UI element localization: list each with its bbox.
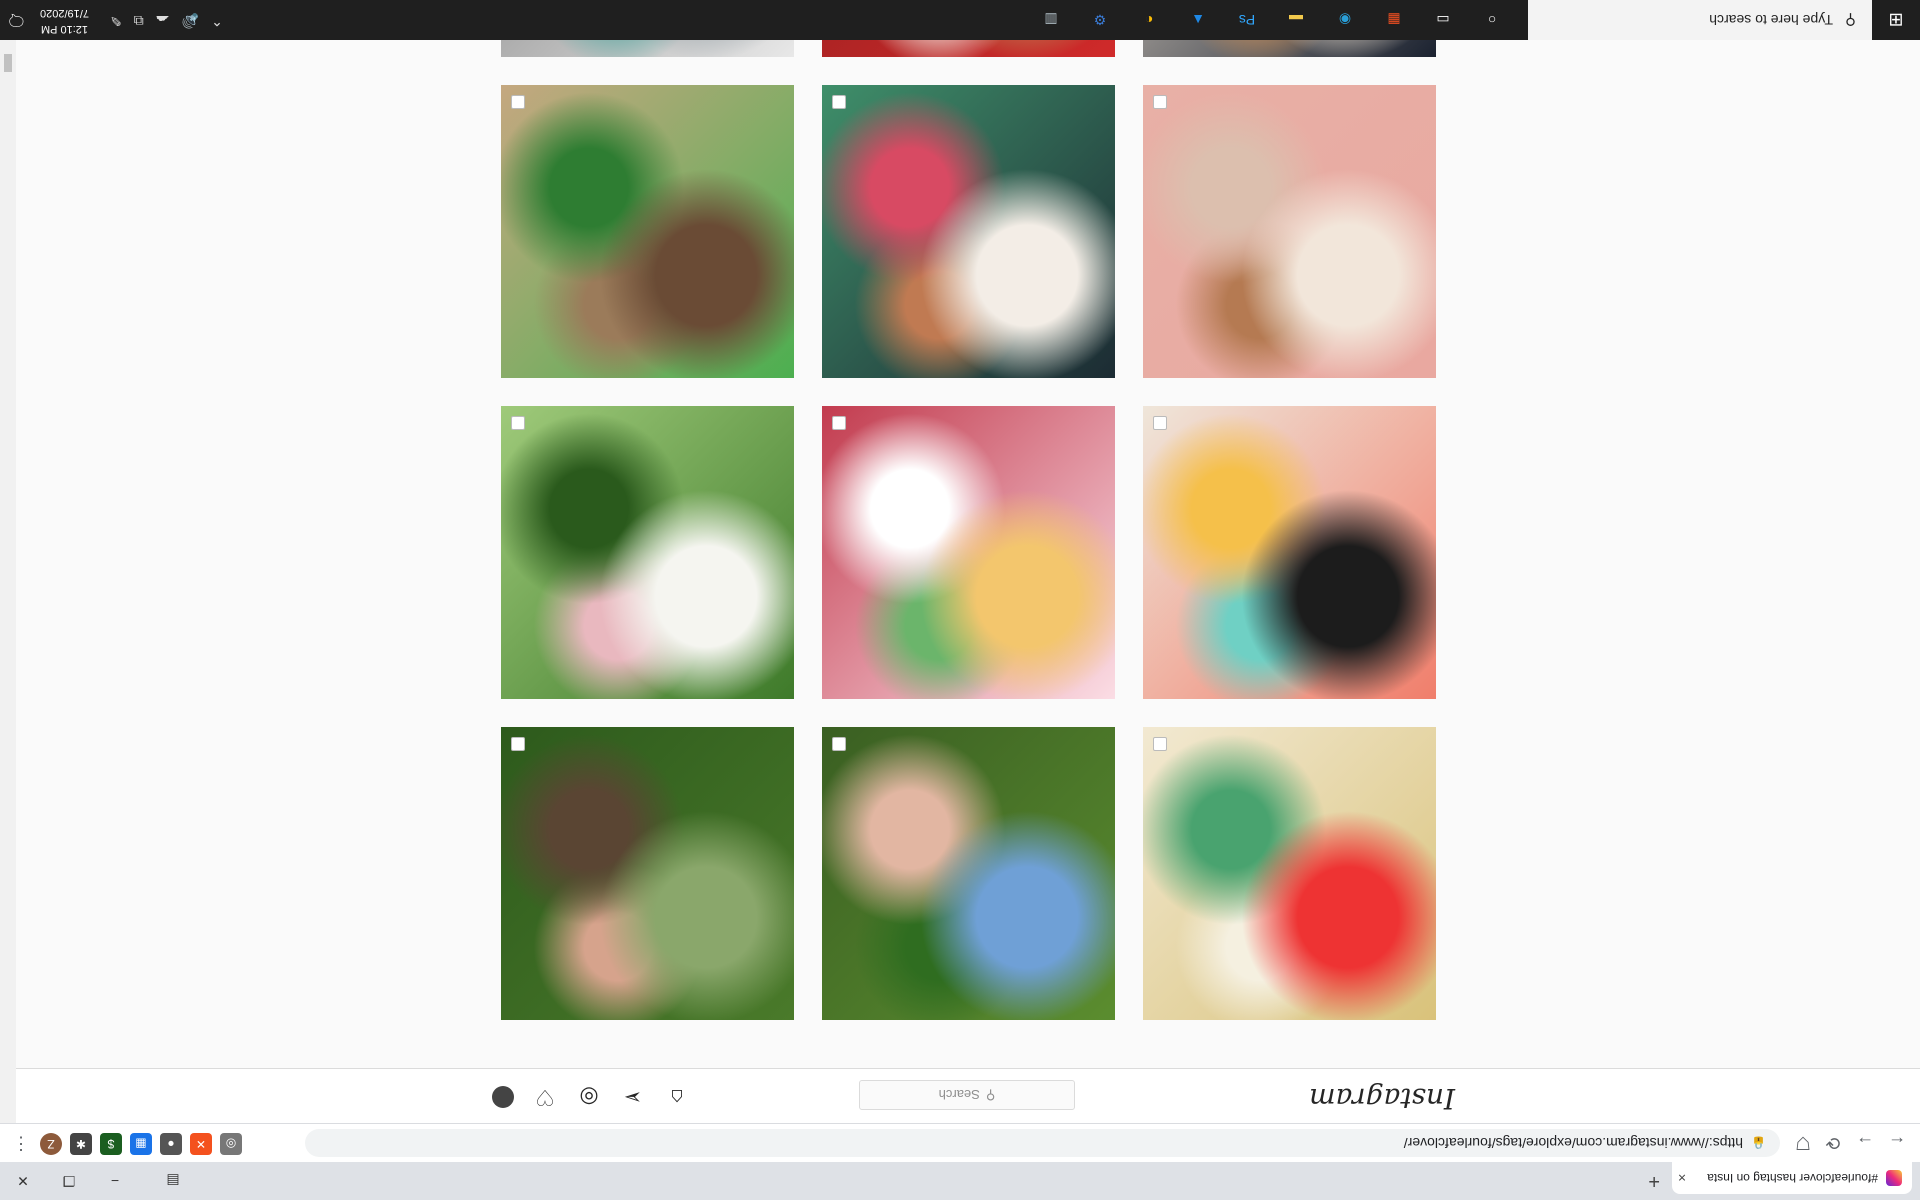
select-checkbox[interactable] — [832, 416, 846, 430]
browser-tabbar: #fourleafclover hashtag on Insta × + ▤ −… — [0, 1162, 1920, 1200]
reload-icon[interactable]: ⟳ — [1820, 1130, 1846, 1156]
search-icon: ⚲ — [985, 1088, 996, 1103]
instagram-favicon-icon — [1886, 1170, 1902, 1186]
post-thumbnail[interactable] — [501, 40, 794, 57]
post-thumbnail[interactable] — [822, 406, 1115, 699]
edge-icon[interactable]: ◉ — [1325, 4, 1365, 36]
system-tray: ⌃ 🔊 ☁ ⧉ ✎ — [110, 12, 223, 29]
windows-taskbar: ⊞ ⚲ Type here to search ○ ▭ ▦ ◉ ▬ Ps ▲ ◐ ⚙ ▥ ⌃ 🔊 ☁ ⧉… — [0, 0, 1920, 40]
search-icon: ⚲ — [1845, 11, 1856, 28]
lock-icon: 🔒 — [1751, 1136, 1766, 1150]
scrollbar-thumb[interactable] — [4, 54, 12, 72]
menu-icon[interactable]: ⋮ — [12, 1133, 30, 1154]
browser-tab[interactable]: #fourleafclover hashtag on Insta × — [1672, 1162, 1912, 1194]
browser-toolbar: ← → ⟳ ⛉ 🔒 https://www.instagram.com/expl… — [0, 1123, 1920, 1162]
profile-avatar[interactable] — [492, 1086, 514, 1108]
extension-icon[interactable]: ● — [160, 1133, 182, 1155]
search-input[interactable]: ⚲ Search — [859, 1080, 1075, 1110]
explore-icon[interactable]: ◎ — [576, 1084, 602, 1110]
post-thumbnail[interactable] — [822, 85, 1115, 378]
start-button[interactable]: ⊞ — [1872, 0, 1920, 40]
select-checkbox[interactable] — [511, 95, 525, 109]
microsoft-store-icon[interactable]: ▦ — [1374, 4, 1414, 36]
chrome-icon[interactable]: ◐ — [1129, 4, 1169, 36]
show-hidden-icons-icon[interactable]: ⌃ — [211, 12, 223, 29]
clock-date: 7/19/2020 — [40, 7, 89, 19]
select-checkbox[interactable] — [1153, 416, 1167, 430]
task-view-icon[interactable]: ▭ — [1423, 4, 1463, 36]
direct-icon[interactable]: ➢ — [620, 1084, 646, 1110]
back-icon[interactable]: ← — [1884, 1130, 1910, 1156]
photos-icon[interactable]: ▲ — [1178, 4, 1218, 36]
extension-icon[interactable]: $ — [100, 1133, 122, 1155]
close-button[interactable]: ✕ — [0, 1162, 46, 1200]
taskbar-clock[interactable]: 12:10 PM 7/19/2020 — [40, 5, 89, 37]
address-bar[interactable]: 🔒 https://www.instagram.com/explore/tags… — [305, 1129, 1780, 1157]
post-thumbnail[interactable] — [501, 85, 794, 378]
clock-time: 12:10 PM — [40, 23, 89, 35]
new-tab-button[interactable]: + — [1648, 1169, 1660, 1192]
search-placeholder: Search — [938, 1087, 980, 1103]
rotated-screen: #fourleafclover hashtag on Insta × + ▤ −… — [0, 0, 1920, 1200]
photoshop-icon[interactable]: Ps — [1227, 4, 1267, 36]
window-controls: ▤ − ❐ ✕ — [0, 1162, 208, 1200]
extension-icon[interactable]: ✱ — [70, 1133, 92, 1155]
tab-title: #fourleafclover hashtag on Insta — [1707, 1171, 1878, 1185]
post-thumbnail[interactable] — [822, 40, 1115, 57]
volume-icon[interactable]: 🔊 — [182, 12, 199, 29]
taskbar-search-input[interactable]: ⚲ Type here to search — [1528, 0, 1872, 40]
notification-icon[interactable]: 🗨 — [6, 10, 26, 30]
post-thumbnail[interactable] — [1143, 727, 1436, 1020]
select-checkbox[interactable] — [1153, 95, 1167, 109]
profile-avatar[interactable]: Z — [40, 1133, 62, 1155]
extensions-bar: ◎ ✕ ● ▦ $ ✱ Z — [40, 1133, 242, 1155]
post-thumbnail[interactable] — [1143, 40, 1436, 57]
tab-close-icon[interactable]: × — [1672, 1170, 1692, 1186]
instagram-logo[interactable]: Instagram — [1309, 1082, 1455, 1115]
page-scrollbar[interactable] — [0, 40, 16, 1123]
shield-icon[interactable]: ⛉ — [1790, 1130, 1816, 1156]
post-grid — [500, 40, 1436, 1070]
calculator-icon[interactable]: ▥ — [1031, 4, 1071, 36]
select-checkbox[interactable] — [832, 95, 846, 109]
extension-icon[interactable]: ▦ — [130, 1133, 152, 1155]
select-checkbox[interactable] — [1153, 737, 1167, 751]
restore-button[interactable]: ❐ — [46, 1162, 92, 1200]
instagram-header: Instagram ⚲ Search ⌂ ➢ ◎ ♡ — [16, 1068, 1920, 1123]
dropbox-icon[interactable]: ⧉ — [134, 12, 144, 29]
select-checkbox[interactable] — [511, 737, 525, 751]
pen-icon[interactable]: ✎ — [110, 12, 122, 29]
post-thumbnail[interactable] — [1143, 406, 1436, 699]
file-explorer-icon[interactable]: ▬ — [1276, 4, 1316, 36]
post-thumbnail[interactable] — [501, 727, 794, 1020]
home-icon[interactable]: ⌂ — [664, 1084, 690, 1110]
minimize-button[interactable]: − — [92, 1162, 138, 1200]
taskbar-search-placeholder: Type here to search — [1709, 12, 1833, 28]
post-thumbnail[interactable] — [501, 406, 794, 699]
post-thumbnail[interactable] — [1143, 85, 1436, 378]
extension-icon[interactable]: ✕ — [190, 1133, 212, 1155]
select-checkbox[interactable] — [511, 416, 525, 430]
onedrive-icon[interactable]: ☁ — [156, 12, 170, 29]
url-text: https://www.instagram.com/explore/tags/f… — [1403, 1135, 1744, 1151]
forward-icon[interactable]: → — [1852, 1130, 1878, 1156]
taskbar-apps: ○ ▭ ▦ ◉ ▬ Ps ▲ ◐ ⚙ ▥ — [1031, 4, 1512, 36]
settings-icon[interactable]: ⚙ — [1080, 4, 1120, 36]
snap-layout-icon[interactable]: ▤ — [138, 1162, 208, 1200]
cortana-icon[interactable]: ○ — [1472, 4, 1512, 36]
activity-icon[interactable]: ♡ — [532, 1084, 558, 1110]
post-thumbnail[interactable] — [822, 727, 1115, 1020]
extension-icon[interactable]: ◎ — [220, 1133, 242, 1155]
select-checkbox[interactable] — [832, 737, 846, 751]
